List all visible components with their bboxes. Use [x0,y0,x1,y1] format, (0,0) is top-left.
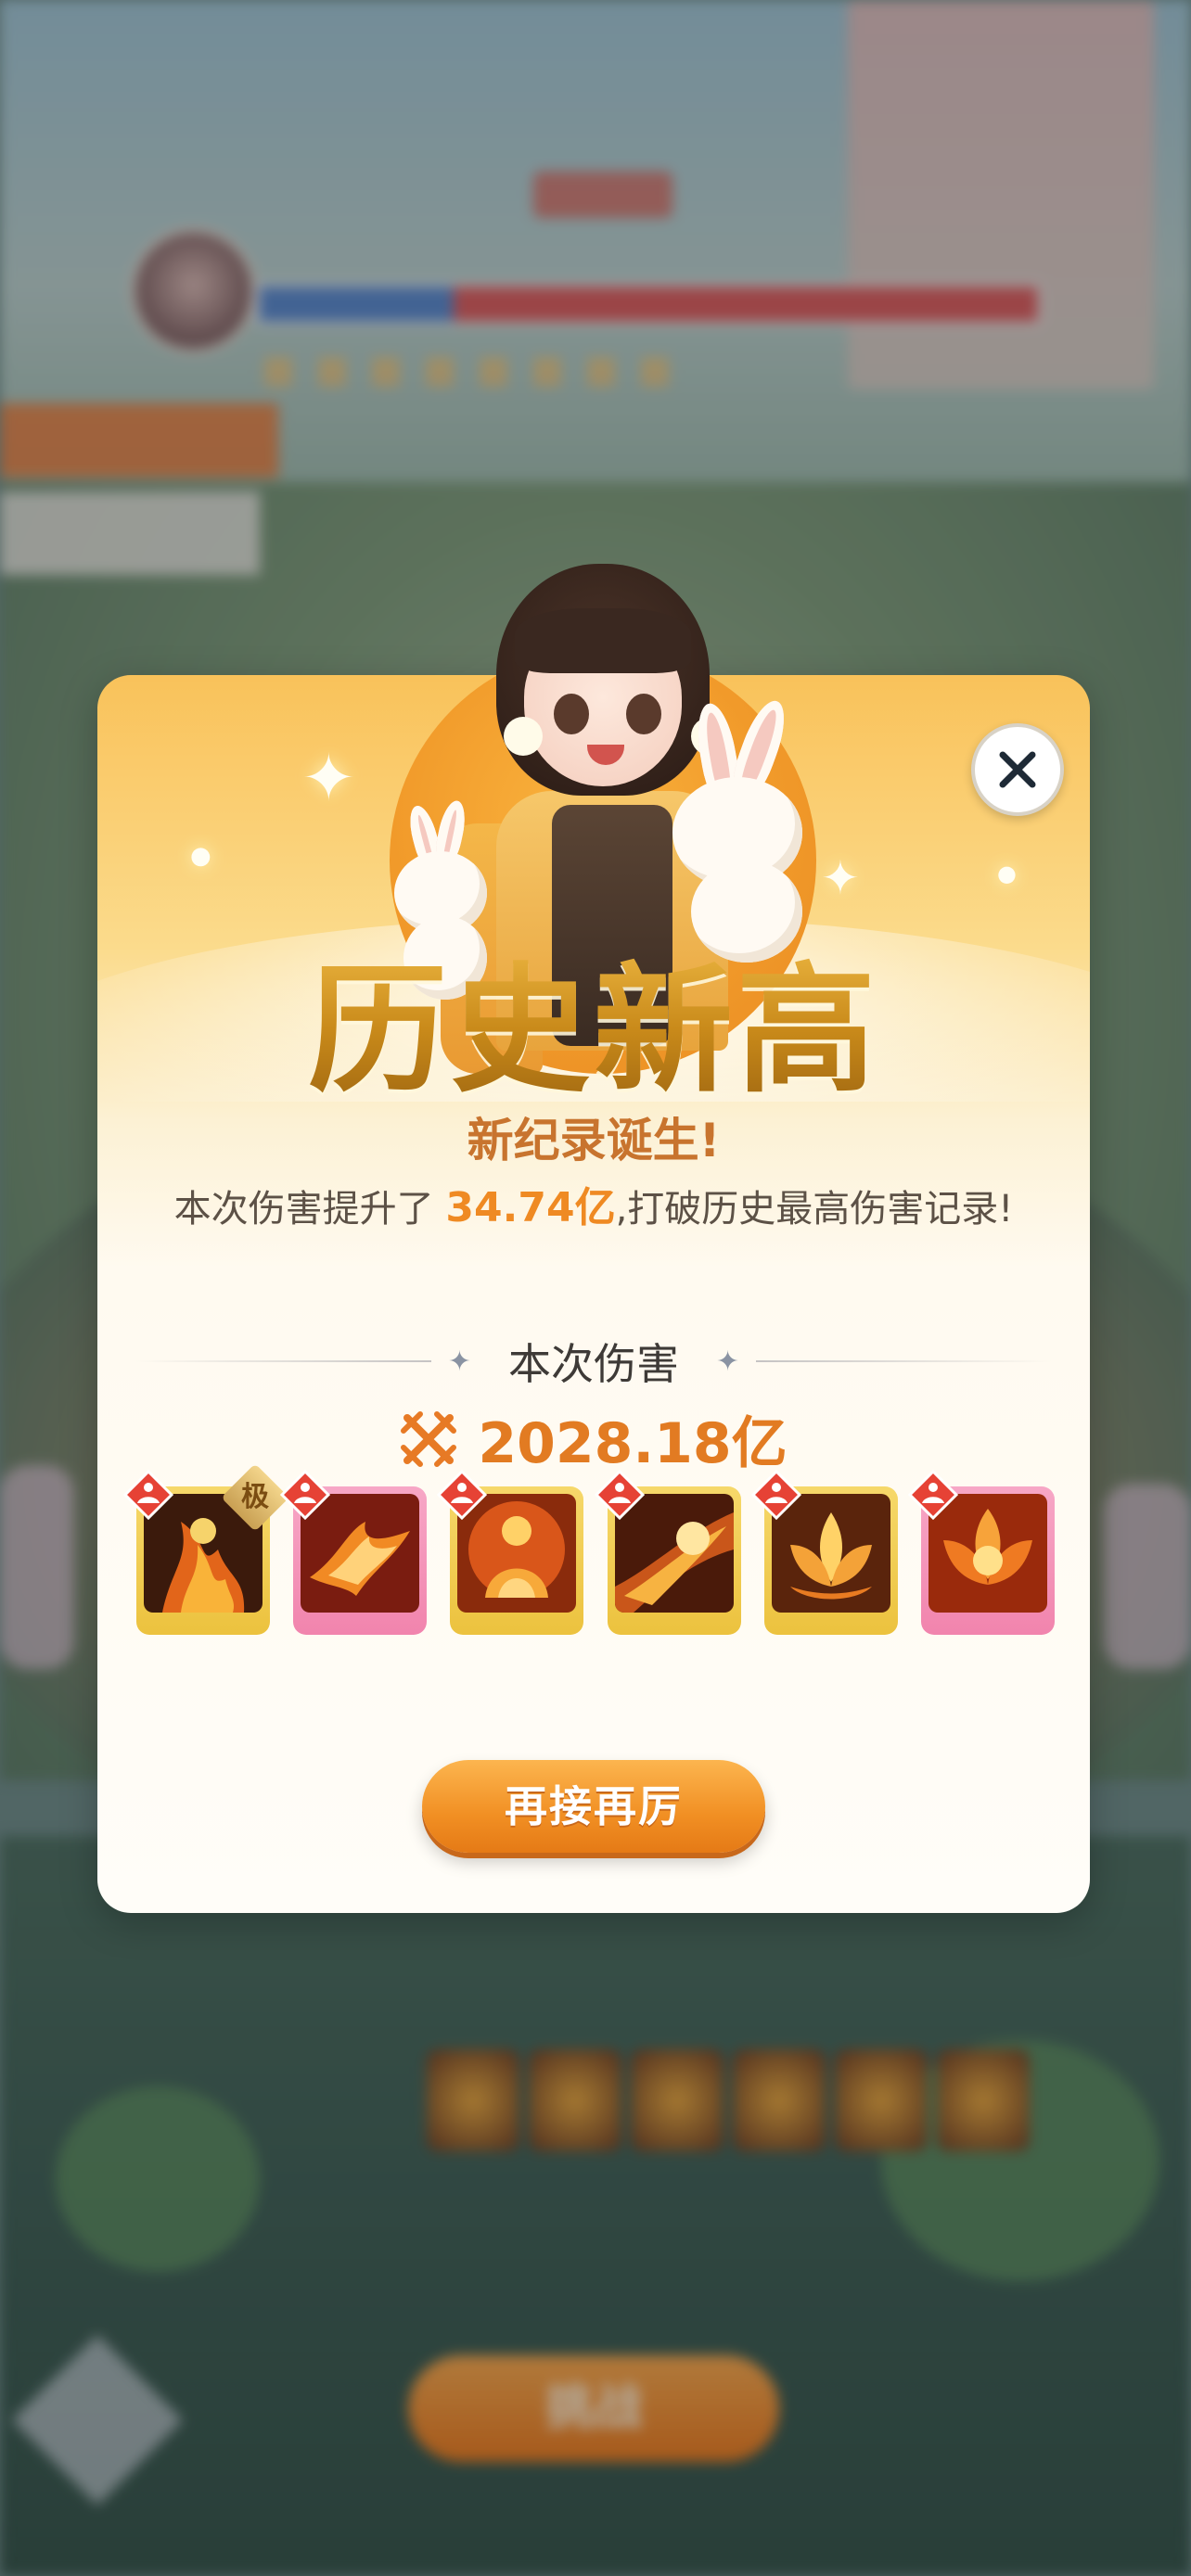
damage-increase-value: 34.74亿 [445,1184,616,1231]
damage-value: 2028.18亿 [478,1411,788,1476]
meditation-badge-icon [594,1470,645,1520]
meditation-badge-icon [280,1470,331,1520]
record-popup: ✦ ✦ ● ● 历史新高 新纪录诞生! 本次伤害提升了 34.74亿,打破历史最… [97,564,1090,1913]
damage-row: 2028.18亿 [97,1398,1090,1479]
try-again-button[interactable]: 再接再厉 [422,1760,765,1853]
diamond-icon: ✦ [447,1345,471,1378]
skill-list: 极 [123,1463,1055,1635]
skill-card[interactable] [907,1470,1055,1635]
skill-card[interactable] [280,1470,428,1635]
sparkle-icon: ✦ [821,851,860,905]
record-subtitle: 新纪录诞生! [467,1114,721,1167]
section-label: 本次伤害 [508,1339,679,1389]
crossed-swords-icon [401,1410,457,1467]
meditation-badge-icon [437,1470,488,1520]
sparkle-icon: ● [997,861,1017,886]
skill-card[interactable] [750,1470,898,1635]
sparkle-icon: ✦ [301,740,356,816]
meditation-badge-icon [750,1470,801,1520]
close-button[interactable] [971,723,1064,816]
skill-card[interactable] [594,1470,741,1635]
extreme-tag: 极 [221,1463,289,1532]
section-divider: ✦ 本次伤害 ✦ [134,1333,1053,1389]
diamond-icon: ✦ [716,1345,740,1378]
skill-card[interactable] [437,1470,584,1635]
skill-card[interactable]: 极 [123,1463,289,1635]
meditation-badge-icon [907,1470,958,1520]
sparkle-icon: ● [190,842,211,870]
record-description: 本次伤害提升了 34.74亿,打破历史最高伤害记录! [173,1184,1014,1231]
close-icon [999,751,1036,788]
meditation-badge-icon [123,1470,173,1520]
headline-title: 历史新高 [97,918,1090,1119]
